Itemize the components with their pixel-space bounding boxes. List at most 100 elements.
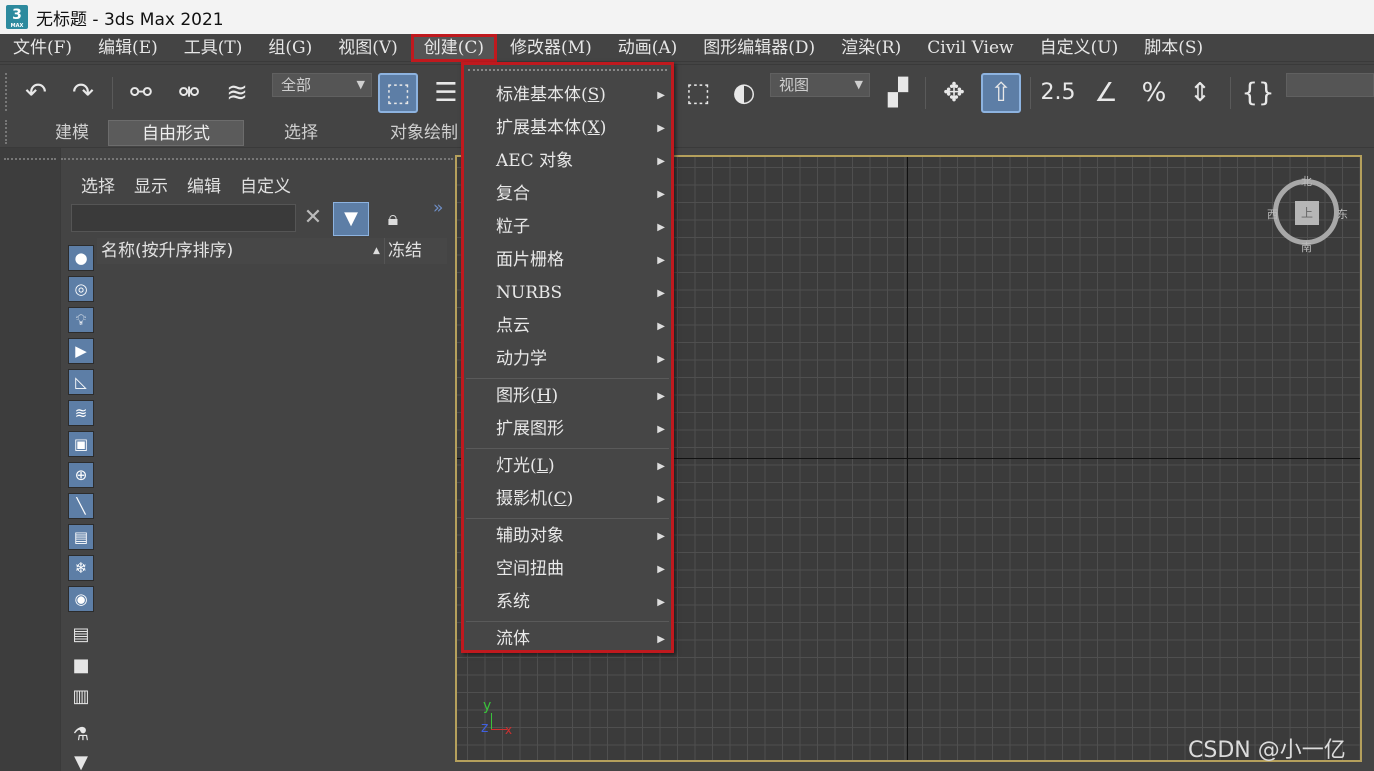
containers-filter-icon[interactable]: ▤ <box>68 524 94 550</box>
explorer-menu-customize[interactable]: 自定义 <box>240 172 291 197</box>
submenu-arrow-icon: ▶ <box>657 156 665 167</box>
menu-item-helpers[interactable]: 辅助对象 ▶ <box>464 520 671 553</box>
close-icon[interactable]: ✕ <box>302 204 324 232</box>
pivot-center-icon[interactable]: ▞ <box>878 73 918 113</box>
ribbon-grip[interactable] <box>5 120 9 144</box>
link-icon[interactable]: ⚯ <box>121 73 161 113</box>
explorer-menu-edit[interactable]: 编辑 <box>187 172 221 197</box>
groups-filter-icon[interactable]: ▣ <box>68 431 94 457</box>
menu-item-shapes[interactable]: 图形(H) ▶ <box>464 380 671 413</box>
keyboard-shortcut-toggle-icon[interactable]: ⇧ <box>981 73 1021 113</box>
menu-item-fluids[interactable]: 流体 ▶ <box>464 623 671 656</box>
spinner-snap-icon[interactable]: ⇕ <box>1180 73 1220 113</box>
submenu-arrow-icon: ▶ <box>657 288 665 299</box>
select-by-name-icon[interactable]: ☰ <box>426 73 466 113</box>
select-object-icon[interactable]: ⬚ <box>378 73 418 113</box>
menu-views[interactable]: 视图(V) <box>325 34 411 62</box>
menu-item-space-warps[interactable]: 空间扭曲 ▶ <box>464 553 671 586</box>
ref-coord-dropdown[interactable]: 视图 ▼ <box>770 73 870 97</box>
menu-item-extended-shapes[interactable]: 扩展图形 ▶ <box>464 413 671 446</box>
explorer-search-input[interactable] <box>71 204 296 232</box>
invert-display-icon[interactable]: ▥ <box>68 684 94 710</box>
ribbon: 建模 自由形式 选择 对象绘制 <box>0 116 1374 148</box>
geometry-filter-icon[interactable]: ● <box>68 245 94 271</box>
xrefs-filter-icon[interactable]: ⊕ <box>68 462 94 488</box>
menu-civil-view[interactable]: Civil View <box>914 34 1026 62</box>
menu-rendering[interactable]: 渲染(R) <box>828 34 914 62</box>
menu-scripting[interactable]: 脚本(S) <box>1131 34 1216 62</box>
explorer-menu-select[interactable]: 选择 <box>81 172 115 197</box>
menu-customize[interactable]: 自定义(U) <box>1027 34 1132 62</box>
filter-dropdown-icon[interactable]: ▼ <box>68 750 94 771</box>
display-all-icon[interactable]: ▤ <box>68 622 94 648</box>
select-manipulate-icon[interactable]: ✥ <box>934 73 974 113</box>
menu-animation[interactable]: 动画(A) <box>605 34 691 62</box>
menu-item-standard-primitives[interactable]: 标准基本体(S) ▶ <box>464 79 671 112</box>
menu-item-compound[interactable]: 复合 ▶ <box>464 178 671 211</box>
submenu-arrow-icon: ▶ <box>657 461 665 472</box>
menu-item-systems[interactable]: 系统 ▶ <box>464 586 671 619</box>
percent-snap-icon[interactable]: % <box>1134 73 1174 113</box>
menu-item-cameras[interactable]: 摄影机(C) ▶ <box>464 483 671 516</box>
snap-toggle-icon[interactable]: 2.5 <box>1038 73 1078 113</box>
tab-freeform[interactable]: 自由形式 <box>108 120 244 146</box>
menu-graph-editors[interactable]: 图形编辑器(D) <box>690 34 828 62</box>
menu-tearoff-grip[interactable] <box>468 69 667 72</box>
menu-create[interactable]: 创建(C) <box>410 33 498 62</box>
panel-grip[interactable] <box>61 158 453 161</box>
spacewarps-filter-icon[interactable]: ≋ <box>68 400 94 426</box>
lights-filter-icon[interactable]: 💡︎ <box>68 307 94 333</box>
column-freeze-header[interactable]: 冻结 <box>385 238 447 264</box>
submenu-arrow-icon: ▶ <box>657 597 665 608</box>
shapes-filter-icon[interactable]: ◎ <box>68 276 94 302</box>
cameras-filter-icon[interactable]: ▶ <box>68 338 94 364</box>
menu-item-accelerator: L <box>536 456 548 476</box>
menu-file[interactable]: 文件(F) <box>0 34 85 62</box>
helpers-filter-icon[interactable]: ◺ <box>68 369 94 395</box>
menu-item-dynamics[interactable]: 动力学 ▶ <box>464 343 671 376</box>
compass-north: 北 <box>1301 175 1312 188</box>
menu-item-lights[interactable]: 灯光(L) ▶ <box>464 450 671 483</box>
selection-filter-dropdown[interactable]: 全部 ▼ <box>272 73 372 97</box>
menu-item-accelerator: S <box>587 85 600 105</box>
panel-grip[interactable] <box>4 158 56 161</box>
menu-item-point-cloud[interactable]: 点云 ▶ <box>464 310 671 343</box>
column-name-header[interactable]: 名称(按升序排序) <box>97 238 385 264</box>
menu-item-aec-objects[interactable]: AEC 对象 ▶ <box>464 145 671 178</box>
menu-item-nurbs[interactable]: NURBS ▶ <box>464 277 671 310</box>
axis-gizmo-x: x <box>505 723 513 737</box>
bind-spacewarp-icon[interactable]: ≋ <box>217 73 257 113</box>
menu-separator <box>466 448 669 449</box>
double-chevron-right-icon[interactable]: » <box>433 198 449 218</box>
filter-icon[interactable]: ▼ <box>333 202 369 236</box>
toolbar-grip[interactable] <box>5 73 9 111</box>
select-region-icon[interactable]: ⬚ <box>678 73 718 113</box>
redo-icon[interactable]: ↷ <box>63 73 103 113</box>
angle-snap-icon[interactable]: ∠ <box>1086 73 1126 113</box>
filter-settings-icon[interactable]: ⚗ <box>68 722 94 748</box>
tab-object-paint[interactable]: 对象绘制 <box>376 120 472 146</box>
named-selection-field[interactable] <box>1286 73 1374 97</box>
window-crossing-icon[interactable]: ◐ <box>724 73 764 113</box>
menu-modifiers[interactable]: 修改器(M) <box>497 34 605 62</box>
hidden-filter-icon[interactable]: ◉ <box>68 586 94 612</box>
tab-selection[interactable]: 选择 <box>246 120 356 146</box>
menu-item-particles[interactable]: 粒子 ▶ <box>464 211 671 244</box>
app-logo-icon[interactable]: 3 MAX <box>6 5 28 29</box>
unlink-icon[interactable]: ⚮ <box>169 73 209 113</box>
frozen-filter-icon[interactable]: ❄ <box>68 555 94 581</box>
undo-icon[interactable]: ↶ <box>16 73 56 113</box>
lock-icon[interactable]: 🔒︎ <box>381 204 405 232</box>
menu-tools[interactable]: 工具(T) <box>171 34 256 62</box>
menu-item-extended-primitives[interactable]: 扩展基本体(X) ▶ <box>464 112 671 145</box>
explorer-menu-display[interactable]: 显示 <box>134 172 168 197</box>
bones-filter-icon[interactable]: ╲ <box>68 493 94 519</box>
explorer-list[interactable] <box>97 264 447 771</box>
named-selection-icon[interactable]: {} <box>1238 73 1278 113</box>
menu-item-label: 粒子 <box>496 217 530 237</box>
menu-group[interactable]: 组(G) <box>255 34 325 62</box>
viewcube-top-face[interactable]: 上 <box>1295 201 1319 225</box>
menu-edit[interactable]: 编辑(E) <box>85 34 171 62</box>
menu-item-patch-grids[interactable]: 面片栅格 ▶ <box>464 244 671 277</box>
display-none-icon[interactable]: ■ <box>68 653 94 679</box>
